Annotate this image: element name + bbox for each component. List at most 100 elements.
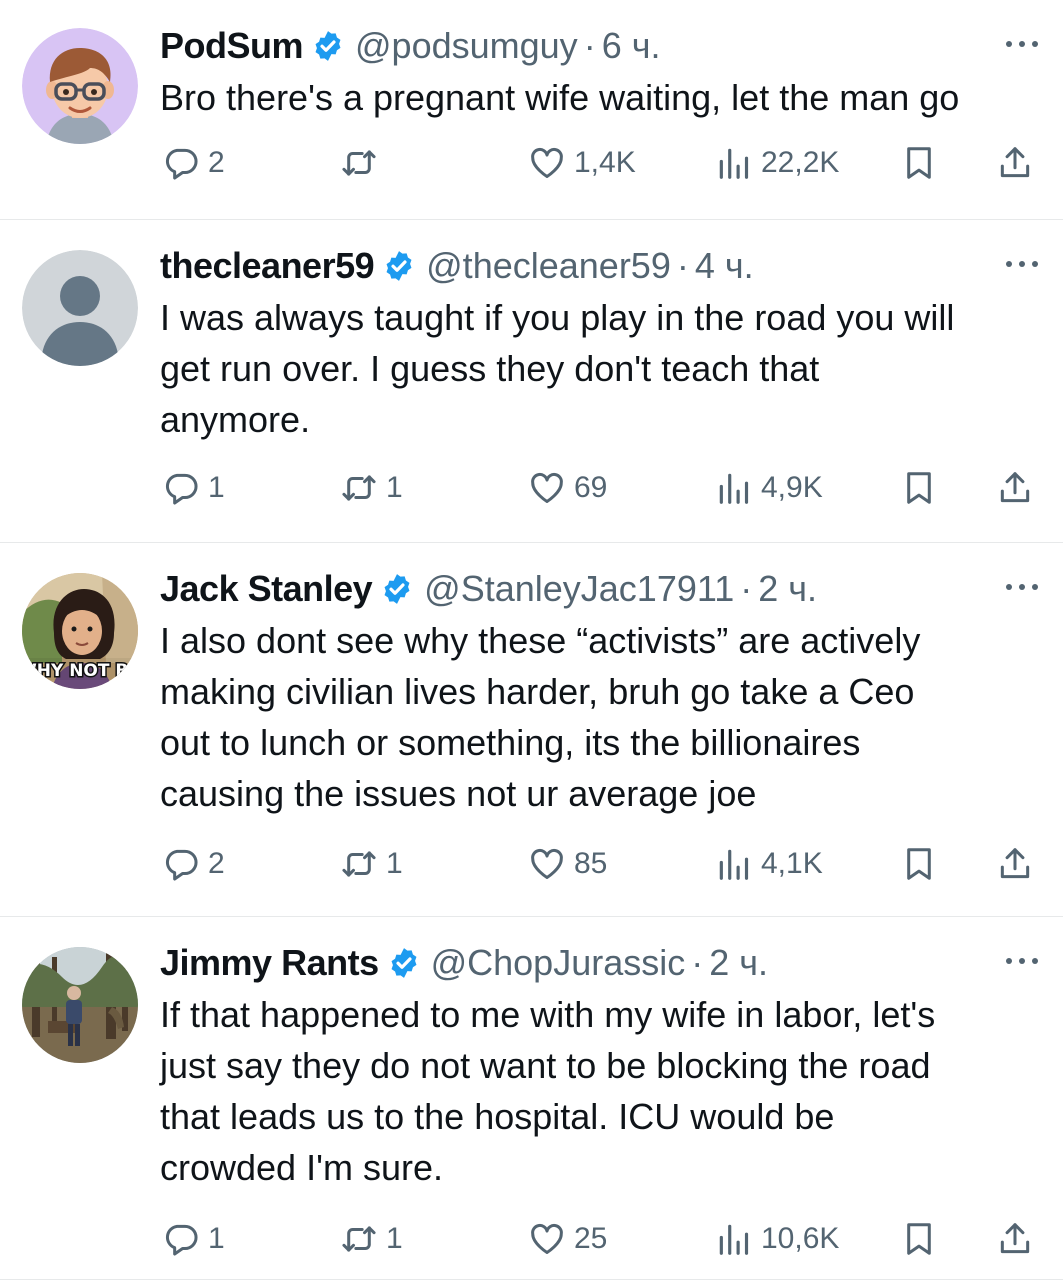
- like-count: 25: [574, 1222, 608, 1255]
- bookmark-button[interactable]: [900, 463, 938, 513]
- timestamp[interactable]: 6 ч.: [602, 25, 661, 67]
- share-icon: [996, 144, 1034, 182]
- retweet-button[interactable]: [340, 138, 386, 188]
- cartoon-man-avatar-icon: [22, 28, 138, 144]
- reply-button[interactable]: 2: [162, 138, 225, 188]
- share-icon: [996, 845, 1034, 883]
- like-button[interactable]: 69: [528, 463, 607, 513]
- reply-icon: [162, 845, 200, 883]
- display-name[interactable]: thecleaner59: [160, 245, 375, 287]
- display-name[interactable]: PodSum: [160, 25, 304, 67]
- like-button[interactable]: 1,4K: [528, 138, 636, 188]
- bar-chart-icon: [715, 469, 753, 507]
- view-count: 4,1K: [761, 847, 823, 880]
- tweet-actions: 1 1 69 4,9K: [160, 463, 1040, 513]
- user-handle[interactable]: @thecleaner59: [426, 245, 671, 287]
- tweet-header: thecleaner59 @thecleaner59 · 4 ч.: [160, 244, 1040, 288]
- avatar-caption: WHY NOT BO: [22, 661, 138, 681]
- reply-button[interactable]: 1: [162, 1214, 225, 1264]
- timestamp[interactable]: 2 ч.: [758, 568, 817, 610]
- like-count: 1,4K: [574, 146, 636, 179]
- display-name[interactable]: Jack Stanley: [160, 568, 373, 610]
- avatar[interactable]: [22, 947, 138, 1063]
- bookmark-button[interactable]: [900, 1214, 938, 1264]
- tweet-text: If that happened to me with my wife in l…: [160, 994, 936, 1188]
- tweet-content: Jimmy Rants @ChopJurassic · 2 ч. If that…: [160, 941, 1040, 1193]
- verified-badge-icon: [387, 946, 421, 980]
- more-options-icon[interactable]: [1004, 955, 1040, 967]
- bookmark-icon: [900, 144, 938, 182]
- bar-chart-icon: [715, 1220, 753, 1258]
- share-button[interactable]: [996, 839, 1034, 889]
- views-button[interactable]: 10,6K: [715, 1214, 839, 1264]
- heart-icon: [528, 845, 566, 883]
- tweet[interactable]: Jimmy Rants @ChopJurassic · 2 ч. If that…: [0, 917, 1063, 1280]
- timestamp[interactable]: 4 ч.: [695, 245, 754, 287]
- bookmark-icon: [900, 469, 938, 507]
- avatar[interactable]: WHY NOT BO: [22, 573, 138, 689]
- default-profile-icon: [22, 250, 138, 366]
- display-name[interactable]: Jimmy Rants: [160, 942, 379, 984]
- avatar[interactable]: [22, 28, 138, 144]
- more-options-icon[interactable]: [1004, 38, 1040, 50]
- user-handle[interactable]: @ChopJurassic: [431, 942, 686, 984]
- retweet-icon: [340, 1220, 378, 1258]
- bookmark-button[interactable]: [900, 839, 938, 889]
- share-icon: [996, 469, 1034, 507]
- bookmark-icon: [900, 1220, 938, 1258]
- separator-dot: ·: [740, 568, 753, 609]
- views-button[interactable]: 4,1K: [715, 839, 823, 889]
- more-options-icon[interactable]: [1004, 258, 1040, 270]
- tweet[interactable]: WHY NOT BO Jack Stanley @StanleyJac17911…: [0, 543, 1063, 917]
- retweet-icon: [340, 144, 378, 182]
- heart-icon: [528, 144, 566, 182]
- man-in-forest-avatar-icon: [22, 947, 138, 1063]
- tweet-header: Jimmy Rants @ChopJurassic · 2 ч.: [160, 941, 1040, 985]
- retweet-button[interactable]: 1: [340, 839, 403, 889]
- tweet-text: I also dont see why these “activists” ar…: [160, 620, 921, 814]
- bookmark-icon: [900, 845, 938, 883]
- share-button[interactable]: [996, 1214, 1034, 1264]
- tweet[interactable]: PodSum @podsumguy · 6 ч. Bro there's a p…: [0, 0, 1063, 220]
- reply-count: 2: [208, 847, 225, 880]
- tweet-text: I was always taught if you play in the r…: [160, 297, 955, 440]
- reply-button[interactable]: 1: [162, 463, 225, 513]
- reply-icon: [162, 1220, 200, 1258]
- heart-icon: [528, 469, 566, 507]
- separator-dot: ·: [676, 245, 689, 286]
- bar-chart-icon: [715, 144, 753, 182]
- like-button[interactable]: 25: [528, 1214, 607, 1264]
- tweet[interactable]: thecleaner59 @thecleaner59 · 4 ч. I was …: [0, 220, 1063, 543]
- like-count: 85: [574, 847, 608, 880]
- view-count: 4,9K: [761, 471, 823, 504]
- more-options-icon[interactable]: [1004, 581, 1040, 593]
- reply-button[interactable]: 2: [162, 839, 225, 889]
- reply-count: 1: [208, 1222, 225, 1255]
- like-button[interactable]: 85: [528, 839, 607, 889]
- user-handle[interactable]: @podsumguy: [355, 25, 578, 67]
- retweet-count: 1: [386, 471, 403, 504]
- reply-count: 2: [208, 146, 225, 179]
- like-count: 69: [574, 471, 608, 504]
- retweet-button[interactable]: 1: [340, 1214, 403, 1264]
- timestamp[interactable]: 2 ч.: [709, 942, 768, 984]
- bookmark-button[interactable]: [900, 138, 938, 188]
- avatar[interactable]: [22, 250, 138, 366]
- share-button[interactable]: [996, 138, 1034, 188]
- separator-dot: ·: [583, 25, 596, 66]
- view-count: 10,6K: [761, 1222, 840, 1255]
- retweet-count: 1: [386, 847, 403, 880]
- tweet-header: Jack Stanley @StanleyJac17911 · 2 ч.: [160, 567, 1040, 611]
- girl-meme-avatar-icon: WHY NOT BO: [22, 573, 138, 689]
- views-button[interactable]: 4,9K: [715, 463, 823, 513]
- heart-icon: [528, 1220, 566, 1258]
- views-button[interactable]: 22,2K: [715, 138, 839, 188]
- retweet-icon: [340, 469, 378, 507]
- separator-dot: ·: [691, 942, 704, 983]
- tweet-actions: 2 1,4K 22,2K: [160, 138, 1040, 188]
- retweet-button[interactable]: 1: [340, 463, 403, 513]
- share-button[interactable]: [996, 463, 1034, 513]
- verified-badge-icon: [382, 249, 416, 283]
- user-handle[interactable]: @StanleyJac17911: [424, 568, 734, 610]
- tweet-content: Jack Stanley @StanleyJac17911 · 2 ч. I a…: [160, 567, 1040, 819]
